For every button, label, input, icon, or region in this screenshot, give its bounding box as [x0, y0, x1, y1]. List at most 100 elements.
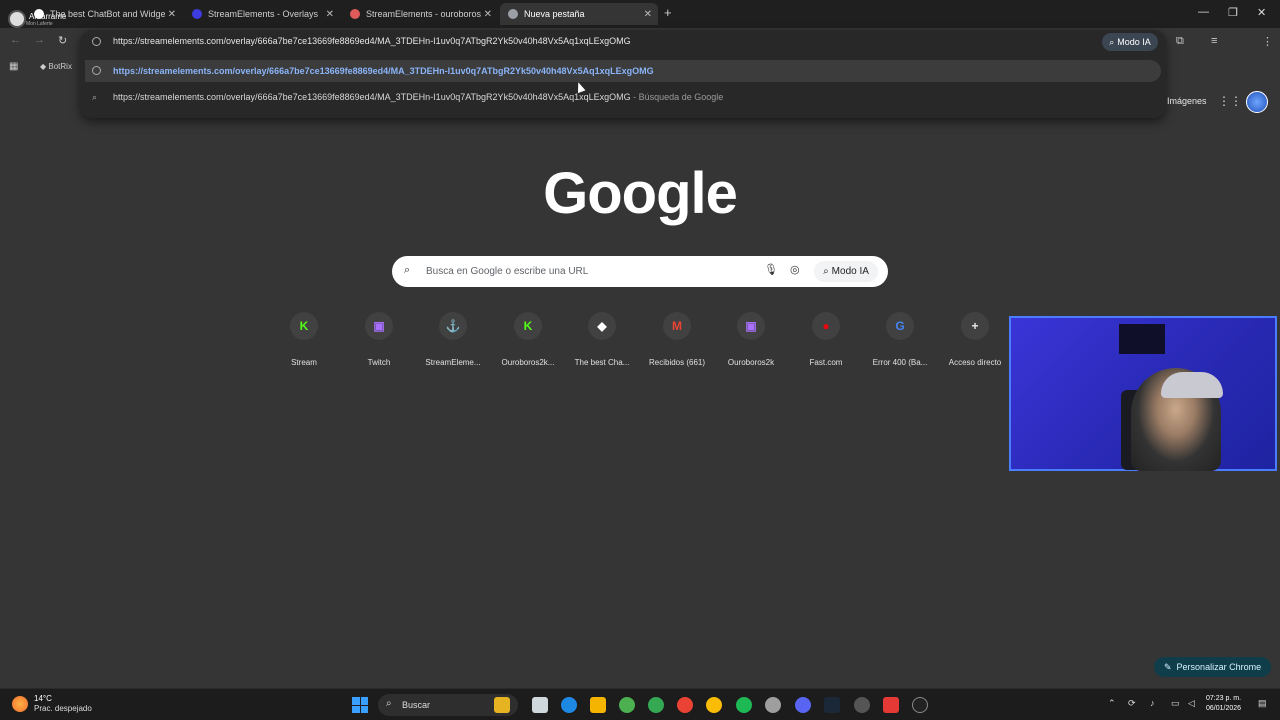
network-icon[interactable]: ▭ [1171, 698, 1180, 709]
minimize-icon[interactable]: — [1198, 6, 1209, 18]
globe-icon [92, 66, 101, 75]
search-icon: ⌕ [386, 698, 392, 709]
app-icon[interactable] [883, 697, 899, 713]
shortcut-tile[interactable]: ⚓ StreamEleme... [418, 312, 488, 367]
chrome-icon[interactable] [619, 697, 635, 713]
profile-avatar[interactable] [1246, 91, 1268, 113]
clock-time: 07:23 p. m. [1206, 695, 1242, 702]
obs-icon[interactable] [765, 697, 781, 713]
media-icon[interactable]: ≡ [1211, 35, 1217, 47]
game-icon[interactable] [854, 697, 870, 713]
search-input[interactable]: Busca en Google o escribe una URL [426, 266, 588, 277]
new-tab-button[interactable]: + [664, 5, 672, 20]
sync-icon[interactable]: ⟳ [1128, 698, 1136, 709]
shortcut-tile[interactable]: K Ouroboros2k... [493, 312, 563, 367]
search-box[interactable]: ⌕ Busca en Google o escribe una URL 🎙 ◎ … [392, 256, 888, 287]
volume-icon[interactable]: ◁ [1188, 698, 1195, 709]
tab-ouroboros[interactable]: StreamElements - ouroboros2k ✕ [342, 3, 498, 25]
chevron-up-icon[interactable]: ⌃ [1108, 698, 1116, 709]
tab-title: StreamElements - Overlays [208, 9, 319, 19]
shortcut-label: Fast.com [809, 358, 843, 367]
maximize-icon[interactable]: ❐ [1228, 6, 1238, 19]
close-icon[interactable]: ✕ [168, 9, 176, 20]
tab-favicon-icon [34, 9, 44, 19]
apps-icon[interactable]: ▦ [9, 61, 18, 72]
address-bar-input[interactable]: https://streamelements.com/overlay/666a7… [113, 36, 631, 46]
shortcut-icon: ● [812, 312, 840, 340]
close-icon[interactable]: ✕ [484, 9, 492, 20]
shortcut-icon: ⚓ [439, 312, 467, 340]
shortcut-icon: G [886, 312, 914, 340]
shortcut-icon: + [961, 312, 989, 340]
shortcut-tile[interactable]: M Recibidos (661) [642, 312, 712, 367]
tab-title: The best ChatBot and Widgets [50, 9, 165, 19]
weather-widget[interactable]: 14°C Prac. despejado [12, 694, 92, 713]
tab-favicon-icon [350, 9, 360, 19]
ai-mode-label: Modo IA [831, 266, 869, 277]
back-icon[interactable]: ← [10, 34, 21, 46]
shortcut-tile[interactable]: + Acceso directo [940, 312, 1010, 367]
forward-icon[interactable]: → [34, 34, 45, 46]
notifications-icon[interactable]: ▤ [1258, 698, 1267, 709]
ai-mode-button[interactable]: ⌕ Modo IA [814, 261, 878, 282]
menu-icon[interactable]: ⋮ [1262, 35, 1273, 48]
tab-title: Nueva pestaña [524, 9, 585, 19]
logitech-icon[interactable] [912, 697, 928, 713]
shortcut-label: Recibidos (661) [648, 358, 706, 367]
ai-mode-button[interactable]: ⌕ Modo IA [1102, 33, 1158, 51]
cap [1161, 372, 1223, 398]
widget-crown-icon[interactable] [494, 697, 510, 713]
microphone-icon[interactable]: ♪ [1150, 698, 1155, 708]
clock-date: 06/01/2026 [1206, 705, 1242, 712]
suggestion-search-text: https://streamelements.com/overlay/666a7… [113, 92, 631, 102]
suggestion-url-text: https://streamelements.com/overlay/666a7… [113, 66, 654, 76]
clock[interactable]: 07:23 p. m. 06/01/2026 [1206, 694, 1241, 714]
bookmark-botrix[interactable]: ◆ BotRix [40, 62, 72, 71]
customize-chrome-button[interactable]: ✎ Personalizar Chrome [1154, 657, 1272, 677]
shortcut-icon: ▣ [365, 312, 393, 340]
chrome-icon[interactable] [706, 697, 722, 713]
suggestion-url[interactable]: https://streamelements.com/overlay/666a7… [85, 60, 1161, 82]
task-view-icon[interactable] [532, 697, 548, 713]
file-explorer-icon[interactable] [590, 697, 606, 713]
sparkle-search-icon: ⌕ [1109, 36, 1115, 47]
weather-temp: 14°C [34, 694, 52, 703]
pencil-icon: ✎ [1164, 661, 1172, 672]
weather-desc: Prac. despejado [34, 704, 92, 713]
tab-title: StreamElements - ouroboros2k [366, 9, 481, 19]
close-icon[interactable]: ✕ [644, 9, 652, 20]
google-logo: Google [543, 161, 738, 226]
search-icon: ⌕ [92, 92, 98, 102]
shortcut-label: The best Cha... [574, 358, 630, 367]
steam-icon[interactable] [824, 697, 840, 713]
extensions-icon[interactable]: ⧉ [1176, 35, 1184, 48]
tab-chatbot[interactable]: The best ChatBot and Widgets ✕ [26, 3, 182, 25]
shortcut-tile[interactable]: ▣ Ouroboros2k [716, 312, 786, 367]
shortcut-tile[interactable]: K Stream [269, 312, 339, 367]
windows-start-icon[interactable] [352, 697, 368, 713]
tab-new-tab[interactable]: Nueva pestaña ✕ [500, 3, 658, 25]
chrome-icon[interactable] [648, 697, 664, 713]
ai-mode-label: Modo IA [1117, 37, 1151, 47]
lens-icon[interactable]: ◎ [790, 263, 800, 276]
shortcut-label: StreamEleme... [425, 358, 481, 367]
suggestion-search[interactable]: https://streamelements.com/overlay/666a7… [113, 92, 723, 102]
reload-icon[interactable]: ↻ [58, 34, 67, 47]
shortcut-label: Acceso directo [948, 358, 1002, 367]
close-icon[interactable]: ✕ [326, 9, 334, 20]
shortcut-tile[interactable]: G Error 400 (Ba... [865, 312, 935, 367]
shortcut-tile[interactable]: ◆ The best Cha... [567, 312, 637, 367]
tab-overlays[interactable]: StreamElements - Overlays ✕ [184, 3, 340, 25]
edge-icon[interactable] [561, 697, 577, 713]
close-window-icon[interactable]: ✕ [1257, 6, 1266, 19]
images-link[interactable]: Imágenes [1167, 96, 1207, 106]
shortcut-label: Ouroboros2k... [501, 358, 555, 367]
weather-icon [12, 695, 28, 712]
chrome-icon[interactable] [677, 697, 693, 713]
microphone-icon[interactable]: 🎙 [764, 263, 778, 276]
discord-icon[interactable] [795, 697, 811, 713]
shortcut-tile[interactable]: ▣ Twitch [344, 312, 414, 367]
shortcut-tile[interactable]: ● Fast.com [791, 312, 861, 367]
search-icon: ⌕ [404, 264, 411, 276]
spotify-icon[interactable] [736, 697, 752, 713]
